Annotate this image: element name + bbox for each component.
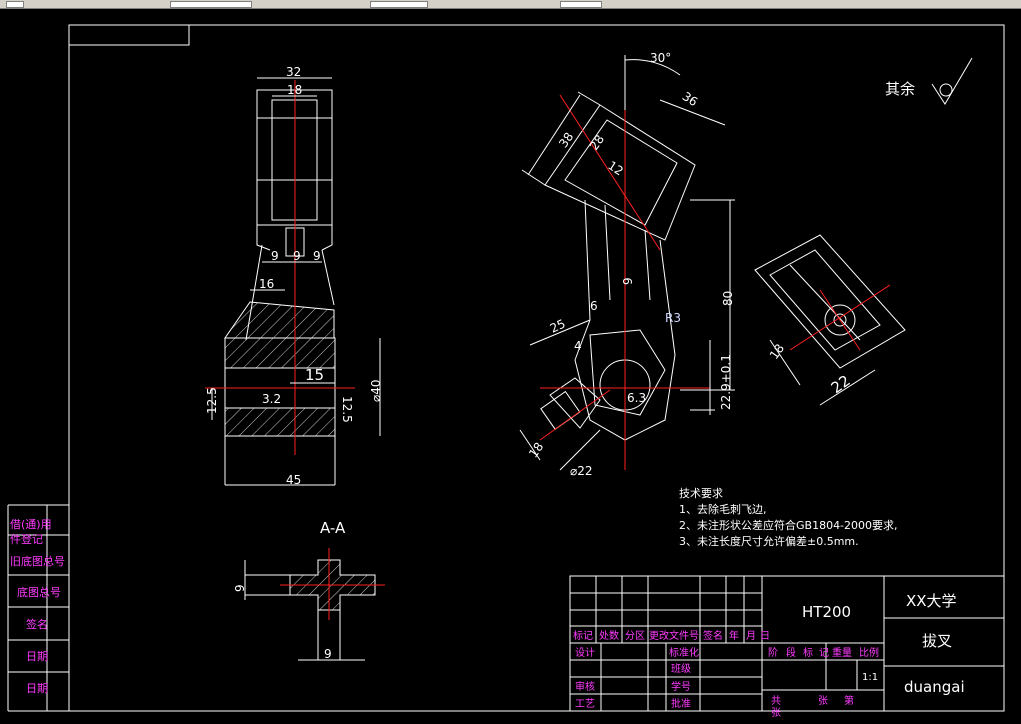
dim-6: 6 [590, 299, 598, 313]
left-label-1: 件登记 [10, 532, 43, 546]
drawing-frame [68, 24, 1005, 712]
sec-dim-9b: 9 [324, 647, 332, 661]
row-review: 审核 [575, 680, 595, 693]
stage-3: 记 [819, 647, 829, 659]
hdr-1: 处数 [599, 629, 619, 642]
mid-2: 学号 [671, 680, 691, 693]
stage-0: 阶 [768, 646, 778, 659]
toolbar-field[interactable] [170, 1, 252, 8]
dim-32: 32 [286, 65, 301, 79]
hdr-4: 签名 [703, 629, 723, 642]
mid-0: 标准化 [669, 646, 699, 659]
section-a-a: A-A 9 9 [233, 519, 385, 661]
dim-36: 36 [680, 89, 700, 109]
dim-18: 18 [287, 83, 302, 97]
dim-28: 28 [587, 132, 607, 153]
hdr-5: 年 [729, 629, 739, 642]
material: HT200 [802, 603, 851, 621]
left-label-3: 底图总号 [17, 585, 61, 599]
dim-9c: 9 [313, 249, 321, 263]
side-dim-18: 18 [767, 341, 787, 362]
tech-line-1: 1、去除毛刺飞边, [679, 502, 767, 516]
scale-value: 1:1 [862, 672, 878, 683]
rough-12-5: 12.5 [205, 387, 219, 414]
dim-15: 15 [305, 366, 324, 384]
roughness-note: 其余 [885, 57, 973, 105]
section-label: A-A [320, 519, 346, 537]
sheet-3: 张 [771, 707, 781, 719]
dim-9b: 9 [293, 249, 301, 263]
hdr-3: 更改文件号 [649, 629, 699, 642]
front-view: 32 18 9 9 9 16 15 ⌀40 45 12.5 3.2 12.5 [205, 65, 383, 487]
mid-1: 班级 [671, 663, 691, 675]
dim-30deg: 30° [650, 51, 671, 65]
stage-4: 重量 [832, 646, 852, 659]
sheet-0: 共 [771, 695, 781, 707]
hdr-7: 日 [760, 631, 770, 642]
stage-5: 比例 [859, 646, 879, 659]
toolbar-field[interactable] [560, 1, 602, 8]
dim-45: 45 [286, 473, 301, 487]
toolbar-field[interactable] [370, 1, 428, 8]
tech-title: 技术要求 [679, 487, 723, 500]
left-label-5: 日期 [26, 650, 48, 663]
left-label-0: 借(通)用 [10, 518, 52, 531]
title-block: HT200 XX大学 拔叉 duangai 标记 处数 分区 更改文件号 签名 … [569, 575, 1005, 719]
sheet-1: 张 [818, 695, 828, 707]
hdr-2: 分区 [625, 630, 645, 642]
dim-80: 80 [721, 291, 735, 306]
sheet-2: 第 [844, 694, 854, 707]
left-label-2: 旧底图总号 [10, 554, 65, 568]
dim-9v: 9 [621, 277, 635, 285]
cad-drawing-canvas[interactable]: 32 18 9 9 9 16 15 ⌀40 45 12.5 3.2 12.5 A… [0, 8, 1021, 724]
school-name: XX大学 [906, 592, 957, 610]
rough-3-2: 3.2 [262, 392, 281, 406]
dim-22-dia: ⌀22 [570, 464, 593, 478]
side-dim-22: 22 [828, 371, 854, 397]
angled-view: 30° 38 28 36 12 9 6 25 4 R3 80 22.9+0.1 … [519, 51, 735, 478]
dim-r3: R3 [665, 311, 681, 325]
roughness-label: 其余 [885, 80, 915, 98]
rough-12-5b: 12.5 [340, 396, 354, 423]
tech-line-3: 3、未注长度尺寸允许偏差±0.5mm. [679, 534, 859, 548]
side-view: 18 22 [754, 234, 906, 406]
dim-38: 38 [556, 130, 576, 151]
code-box [68, 24, 190, 46]
left-label-4: 签名 [26, 617, 48, 631]
dim-25: 25 [548, 317, 568, 336]
dim-22-tol: 22.9+0.1 [719, 354, 733, 410]
left-label-6: 日期 [26, 682, 48, 695]
dim-12: 12 [605, 158, 625, 178]
stage-2: 标 [803, 647, 813, 659]
left-side-block: 借(通)用 件登记 旧底图总号 底图总号 签名 日期 日期 [7, 504, 69, 712]
row-process: 工艺 [575, 698, 595, 710]
dim-16: 16 [259, 277, 274, 291]
hdr-6: 月 [746, 630, 756, 642]
dim-40: ⌀40 [369, 380, 383, 403]
dim-9a: 9 [271, 249, 279, 263]
tech-line-2: 2、未注形状公差应符合GB1804-2000要求, [679, 518, 898, 532]
mid-3: 批准 [671, 697, 691, 710]
drawing-code: duangai [904, 678, 965, 696]
toolbar-field[interactable] [6, 1, 24, 8]
rough-6-3: 6.3 [627, 391, 646, 405]
stage-1: 段 [786, 646, 796, 659]
tech-requirements: 技术要求 1、去除毛刺飞边, 2、未注形状公差应符合GB1804-2000要求,… [679, 487, 898, 548]
dim-4: 4 [574, 339, 582, 353]
part-name: 拔叉 [922, 632, 952, 650]
row-design: 设计 [575, 646, 595, 659]
sec-dim-9a: 9 [233, 584, 247, 592]
hdr-0: 标记 [573, 630, 593, 642]
